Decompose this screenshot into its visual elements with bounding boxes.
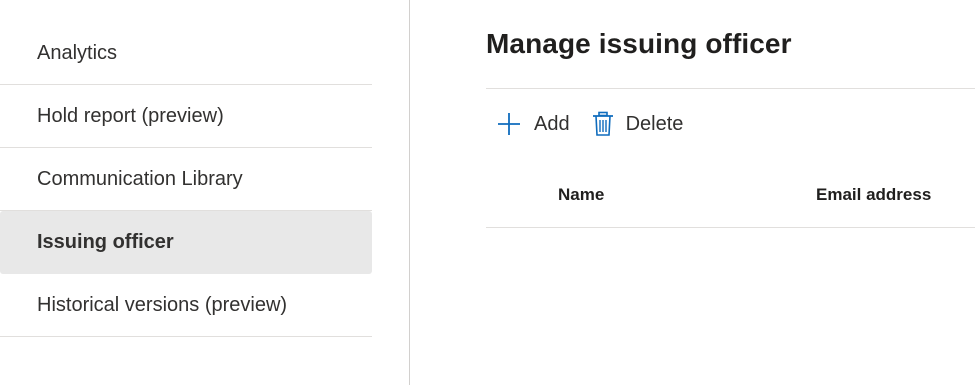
delete-button[interactable]: Delete [592, 106, 684, 142]
add-button[interactable]: Add [496, 106, 570, 142]
title-divider [486, 88, 975, 89]
table-header-divider [486, 227, 975, 228]
nav-item-label: Communication Library [37, 167, 243, 190]
nav-item-historical-versions[interactable]: Historical versions (preview) [0, 274, 372, 337]
nav-item-label: Issuing officer [37, 230, 174, 253]
nav-item-hold-report[interactable]: Hold report (preview) [0, 85, 372, 148]
column-header-email[interactable]: Email address [816, 185, 931, 205]
column-header-name[interactable]: Name [558, 185, 604, 205]
app-root: Analytics Hold report (preview) Communic… [0, 0, 975, 385]
nav-item-analytics[interactable]: Analytics [0, 22, 372, 85]
vertical-divider [409, 0, 410, 385]
add-button-label: Add [534, 112, 570, 135]
page-title: Manage issuing officer [486, 28, 792, 59]
nav-item-label: Historical versions (preview) [37, 293, 288, 316]
plus-icon [496, 111, 522, 137]
trash-icon [592, 111, 614, 137]
nav-item-issuing-officer[interactable]: Issuing officer [0, 211, 372, 274]
delete-button-label: Delete [625, 112, 684, 135]
command-bar: Add Delete [496, 106, 705, 142]
nav-item-communication-library[interactable]: Communication Library [0, 148, 372, 211]
left-navigation: Analytics Hold report (preview) Communic… [0, 22, 372, 337]
nav-item-label: Hold report (preview) [37, 104, 224, 127]
nav-item-label: Analytics [37, 41, 118, 64]
